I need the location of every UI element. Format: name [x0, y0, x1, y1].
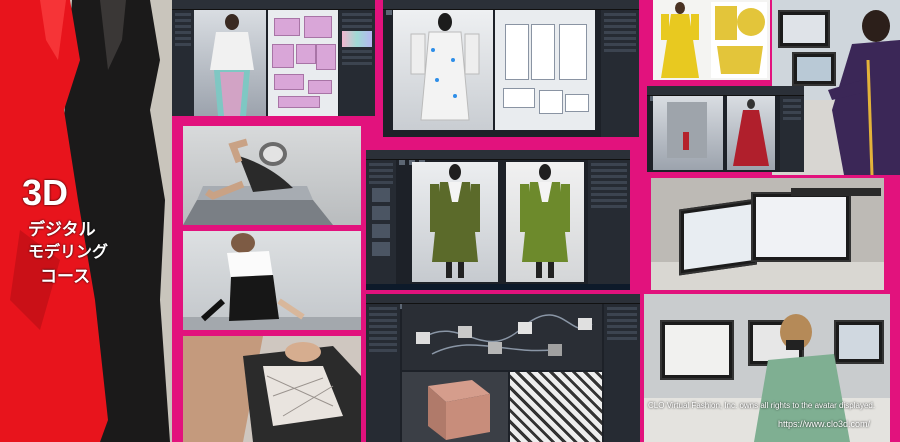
- screenshot-coat-pattern: [383, 0, 639, 137]
- app-toolbar: [366, 294, 640, 309]
- library-panel: [366, 160, 396, 290]
- title-line-course: コース: [40, 267, 91, 286]
- 2d-pattern-window: [495, 10, 595, 130]
- object-browser-panel: [172, 10, 194, 116]
- avatar-hoodie: [210, 14, 254, 116]
- rights-notice: CLO Virtual Fashion, Inc. owns all right…: [648, 401, 876, 410]
- avatar-seated-black-skirt: [183, 233, 361, 330]
- screenshot-yellow-dress: [653, 0, 770, 80]
- render-seated-back: [183, 231, 361, 330]
- 2d-pattern-window: [268, 10, 338, 116]
- 3d-viewport-render: [727, 96, 775, 170]
- render-lace-closeup: [183, 336, 361, 442]
- 3d-viewport: [194, 10, 266, 116]
- avatar-white-coat: [410, 13, 480, 121]
- property-editor-panel: [601, 10, 639, 137]
- 2d-texture-preview: [510, 372, 602, 442]
- 3d-viewport-render: [506, 162, 584, 282]
- avatar-green-coat-render: [520, 164, 570, 278]
- title-block: 3D デジタル モデリング コース: [0, 0, 172, 442]
- screenshot-trench-coat: [366, 150, 630, 290]
- 3d-viewport: [412, 162, 498, 282]
- photo-classroom-laptops: [651, 178, 884, 290]
- screenshot-hoodie-pattern: [172, 0, 375, 116]
- property-editor-panel: [780, 96, 804, 172]
- screenshot-node-editor: [366, 294, 640, 442]
- parameter-panel: [604, 304, 640, 442]
- app-toolbar: [647, 86, 804, 101]
- taskbar: [366, 284, 630, 290]
- avatar-green-coat-front: [430, 164, 480, 278]
- avatar-lying-on-box: [183, 138, 333, 225]
- lace-fabric-detail: [183, 336, 361, 442]
- avatar-red-dress: [733, 99, 769, 166]
- app-toolbar: [383, 0, 639, 15]
- title-line-modeling: モデリング: [28, 244, 109, 261]
- app-toolbar: [366, 150, 630, 165]
- title-3d: 3D: [22, 172, 69, 213]
- app-toolbar: [172, 0, 375, 15]
- explorer-panel: [366, 304, 400, 442]
- node-graph: [402, 304, 602, 370]
- screenshot-red-dress: [647, 86, 804, 172]
- 3d-viewport: [393, 10, 493, 130]
- yellow-dress-and-pattern: [653, 0, 770, 80]
- 3d-viewport: [653, 96, 723, 170]
- property-editor-panel: [339, 10, 375, 116]
- textured-cube: [428, 380, 490, 440]
- render-lying-pose: [183, 126, 361, 225]
- node-graph-canvas: [416, 314, 593, 356]
- property-editor-panel: [588, 160, 630, 290]
- title-line-digital: デジタル: [28, 220, 96, 239]
- 3d-preview: [402, 372, 508, 442]
- course-banner: 3D デジタル モデリング コース CLO Virtual Fashion, I…: [0, 0, 900, 442]
- clo3d-url-link[interactable]: https://www.clo3d.com/: [778, 419, 870, 429]
